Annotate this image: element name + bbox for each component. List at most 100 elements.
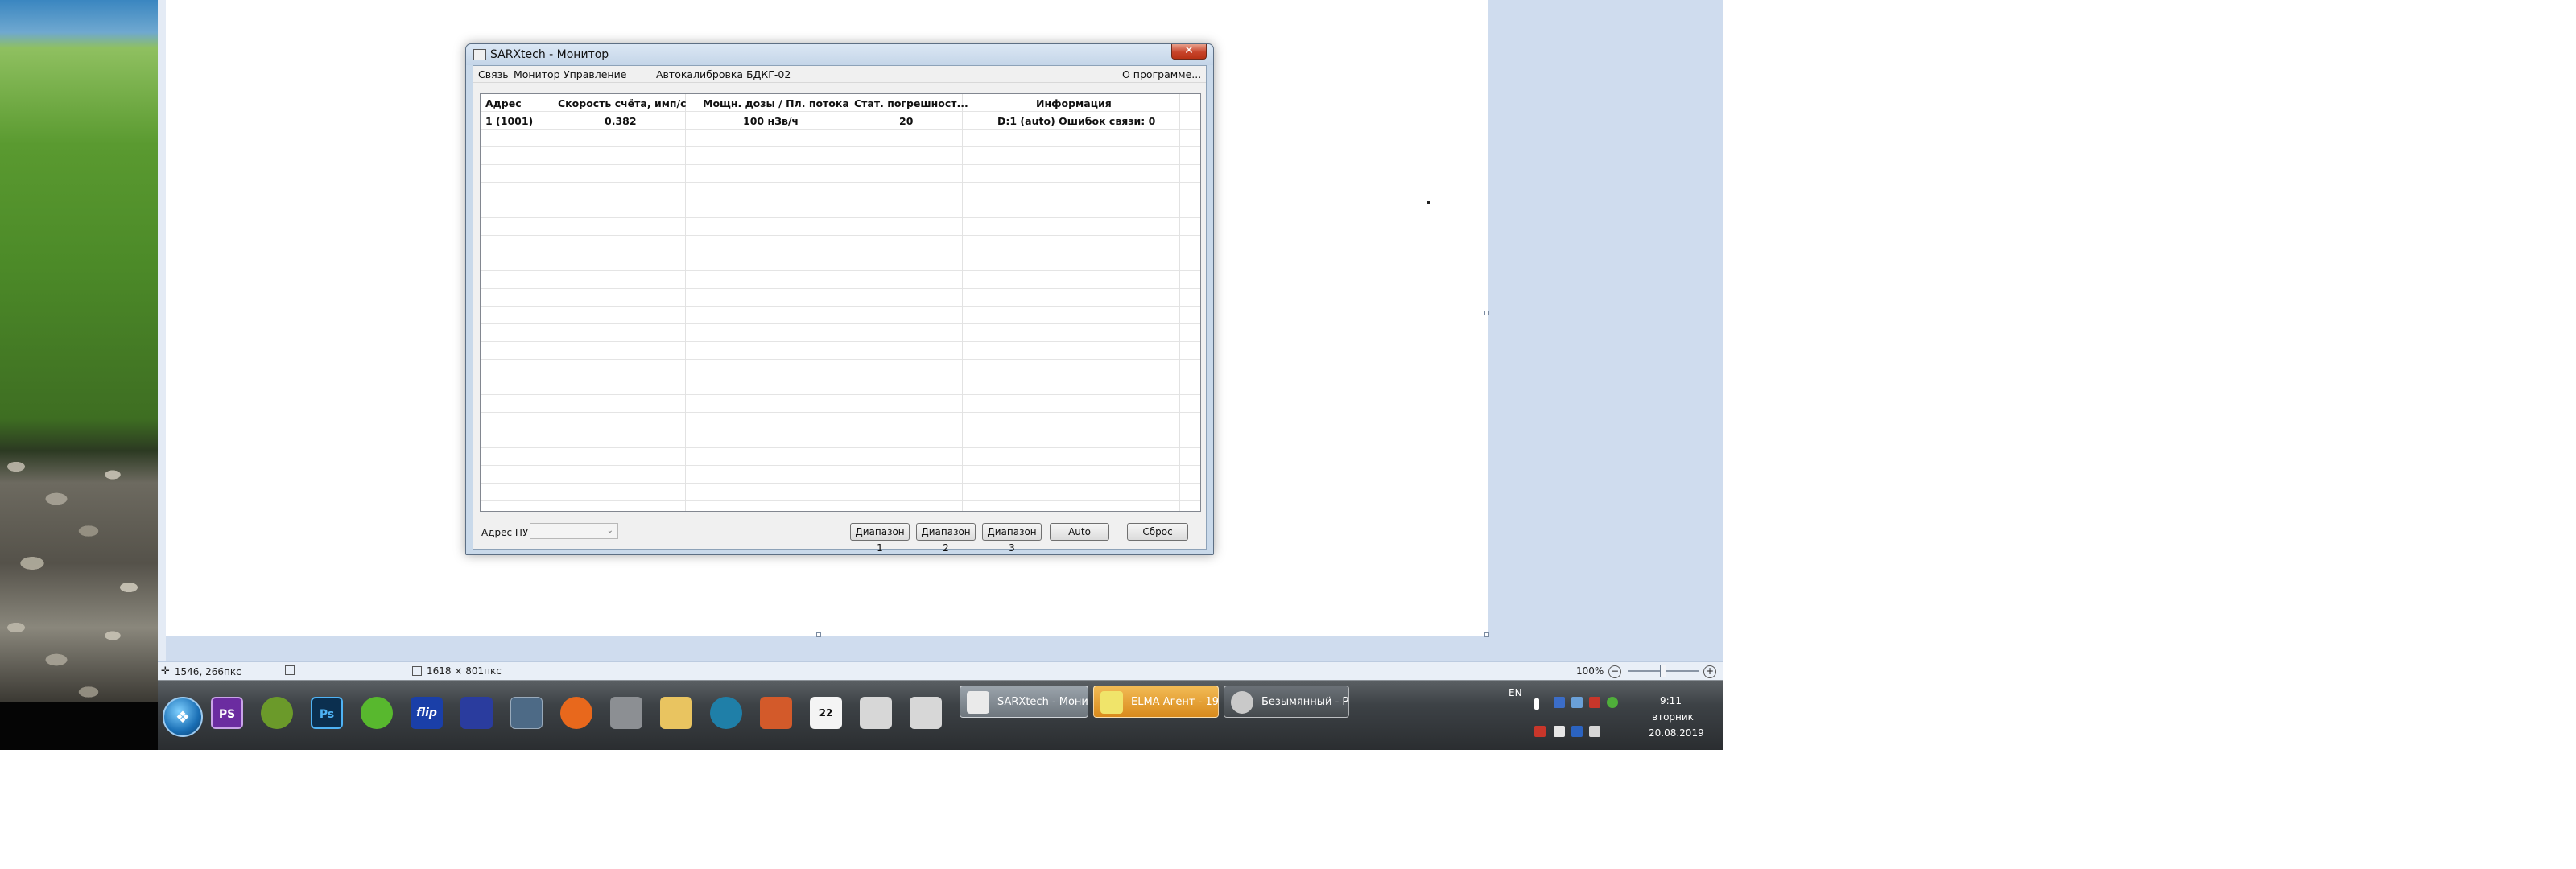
canvas-size: 1618 × 801пкс bbox=[412, 665, 502, 677]
utorrent-icon[interactable] bbox=[361, 697, 393, 729]
window-title: SARXtech - Монитор bbox=[490, 48, 609, 61]
windows-logo-icon: ❖ bbox=[175, 707, 190, 727]
zoom-level: 100% bbox=[1576, 665, 1604, 677]
notepad-icon[interactable] bbox=[860, 697, 892, 729]
show-desktop-button[interactable] bbox=[1707, 681, 1723, 750]
taskbar: ❖ PS Ps flip 22 SARXtech - Мони... ELMA … bbox=[158, 680, 1723, 750]
start-button[interactable]: ❖ bbox=[163, 697, 203, 737]
selection-icon bbox=[285, 665, 295, 675]
language-indicator[interactable]: EN bbox=[1509, 687, 1522, 698]
task-elma[interactable]: ELMA Агент - 192.... bbox=[1093, 686, 1219, 718]
address-label: Адрес ПУ bbox=[481, 527, 529, 538]
network-icon[interactable] bbox=[1571, 697, 1583, 708]
column-header-count-rate[interactable]: Скорость счёта, имп/с bbox=[558, 97, 687, 109]
zoom-level-text: 100% bbox=[1576, 665, 1604, 677]
mm-app-icon[interactable] bbox=[710, 697, 742, 729]
calendar-icon[interactable]: 22 bbox=[810, 697, 842, 729]
cell-info: D:1 (auto) Ошибок связи: 0 bbox=[997, 115, 1156, 127]
table-header: Адрес Скорость счёта, имп/с Мощн. дозы /… bbox=[481, 94, 1200, 112]
bottom-controls: Адрес ПУ ⌄ Диапазон 1 Диапазон 2 Диапазо… bbox=[473, 513, 1206, 554]
tray-flag-icon[interactable] bbox=[1534, 726, 1546, 737]
volume-icon[interactable] bbox=[1534, 698, 1539, 710]
menu-control[interactable]: Управление bbox=[564, 68, 626, 80]
canvas-resize-handle-corner[interactable] bbox=[1484, 632, 1489, 637]
range-1-button[interactable]: Диапазон 1 bbox=[850, 523, 910, 554]
zoom-in-button[interactable]: + bbox=[1703, 665, 1716, 678]
clock-time: 9:11 bbox=[1660, 695, 1682, 706]
sarxtech-task-icon bbox=[967, 691, 989, 714]
window-client-area: Связь Монитор Управление Автокалибровка … bbox=[473, 65, 1207, 554]
table-row[interactable]: 1 (1001) 0.382 100 нЗв/ч 20 D:1 (auto) О… bbox=[481, 112, 1200, 130]
selection-size bbox=[285, 665, 295, 675]
column-divider bbox=[685, 94, 686, 511]
cell-stat-error: 20 bbox=[899, 115, 914, 127]
window-titlebar[interactable]: SARXtech - Монитор ✕ bbox=[466, 44, 1213, 65]
task-paint[interactable]: Безымянный - P... bbox=[1224, 686, 1349, 718]
column-divider bbox=[1179, 94, 1180, 511]
phpstorm-icon[interactable]: PS bbox=[211, 697, 243, 729]
canvas-resize-handle-right[interactable] bbox=[1484, 311, 1489, 315]
remote-desktop-icon[interactable] bbox=[510, 697, 543, 729]
app-grid-icon[interactable] bbox=[460, 697, 493, 729]
cursor-position-text: 1546, 266пкс bbox=[174, 665, 242, 677]
canvas-resize-handle-bottom[interactable] bbox=[816, 632, 821, 637]
zoom-slider-thumb[interactable] bbox=[1660, 665, 1666, 677]
table-gridlines bbox=[481, 94, 1200, 511]
flip-icon[interactable]: flip bbox=[411, 697, 443, 729]
cell-count-rate: 0.382 bbox=[605, 115, 637, 127]
paint-icon[interactable] bbox=[760, 697, 792, 729]
auto-button[interactable]: Auto bbox=[1050, 523, 1109, 541]
cursor-position: ✛ 1546, 266пкс bbox=[161, 665, 242, 677]
zoom-out-button[interactable]: − bbox=[1608, 665, 1621, 678]
menu-about[interactable]: О программе... bbox=[1122, 68, 1201, 80]
task-sarxtech-label: SARXtech - Мони... bbox=[997, 696, 1088, 708]
photoshop-icon[interactable]: Ps bbox=[311, 697, 343, 729]
tray-green-icon[interactable] bbox=[1607, 697, 1618, 708]
wallpaper-rocks bbox=[0, 451, 158, 700]
column-header-stat-error[interactable]: Стат. погрешност... bbox=[854, 97, 968, 109]
column-header-dose-rate[interactable]: Мощн. дозы / Пл. потока bbox=[703, 97, 849, 109]
cell-dose-rate: 100 нЗв/ч bbox=[743, 115, 799, 127]
menu-bar: Связь Монитор Управление Автокалибровка … bbox=[473, 66, 1206, 83]
column-header-info[interactable]: Информация bbox=[1036, 97, 1112, 109]
zoom-out-icon: − bbox=[1608, 665, 1621, 678]
cell-address: 1 (1001) bbox=[485, 115, 534, 127]
menu-monitor[interactable]: Монитор bbox=[514, 68, 560, 80]
sarxtech-monitor-window: SARXtech - Монитор ✕ Связь Монитор Управ… bbox=[465, 43, 1214, 555]
menu-connection[interactable]: Связь bbox=[478, 68, 509, 80]
notepad-icon[interactable] bbox=[910, 697, 942, 729]
desktop-wallpaper bbox=[0, 0, 158, 750]
antivirus-icon[interactable] bbox=[1589, 697, 1600, 708]
bluetooth-icon[interactable] bbox=[1571, 726, 1583, 737]
canvas-size-icon bbox=[412, 666, 422, 676]
usb-drive-icon[interactable] bbox=[610, 697, 642, 729]
paint-status-bar: ✛ 1546, 266пкс 1618 × 801пкс 100% − + bbox=[158, 661, 1723, 681]
notepadpp-icon[interactable] bbox=[261, 697, 293, 729]
firefox-icon[interactable] bbox=[560, 697, 592, 729]
column-divider bbox=[962, 94, 963, 511]
monitor-table[interactable]: Адрес Скорость счёта, имп/с Мощн. дозы /… bbox=[480, 93, 1201, 512]
elma-task-icon bbox=[1100, 691, 1123, 714]
tray-app-icon[interactable] bbox=[1554, 697, 1565, 708]
address-combobox[interactable]: ⌄ bbox=[530, 523, 618, 539]
file-explorer-icon[interactable] bbox=[660, 697, 692, 729]
menu-autocalibration[interactable]: Автокалибровка БДКГ-02 bbox=[656, 68, 791, 80]
task-elma-label: ELMA Агент - 192.... bbox=[1131, 696, 1219, 708]
tray-monitor-icon[interactable] bbox=[1554, 726, 1565, 737]
range-3-button[interactable]: Диапазон 3 bbox=[982, 523, 1042, 554]
canvas-size-text: 1618 × 801пкс bbox=[427, 665, 502, 677]
paint-left-edge bbox=[158, 0, 166, 661]
zoom-in-icon: + bbox=[1703, 665, 1716, 678]
crosshair-icon: ✛ bbox=[161, 665, 170, 677]
wallpaper-black-area bbox=[0, 702, 158, 750]
task-sarxtech[interactable]: SARXtech - Мони... bbox=[960, 686, 1088, 718]
range-2-button[interactable]: Диапазон 2 bbox=[916, 523, 976, 554]
close-button[interactable]: ✕ bbox=[1171, 44, 1207, 60]
reset-button[interactable]: Сброс bbox=[1127, 523, 1188, 541]
paint-task-icon bbox=[1231, 691, 1253, 714]
chevron-down-icon: ⌄ bbox=[606, 526, 613, 535]
tray-screen-icon[interactable] bbox=[1589, 726, 1600, 737]
clock-weekday: вторник bbox=[1652, 711, 1694, 723]
column-header-address[interactable]: Адрес bbox=[485, 97, 522, 109]
close-icon: ✕ bbox=[1184, 44, 1194, 57]
